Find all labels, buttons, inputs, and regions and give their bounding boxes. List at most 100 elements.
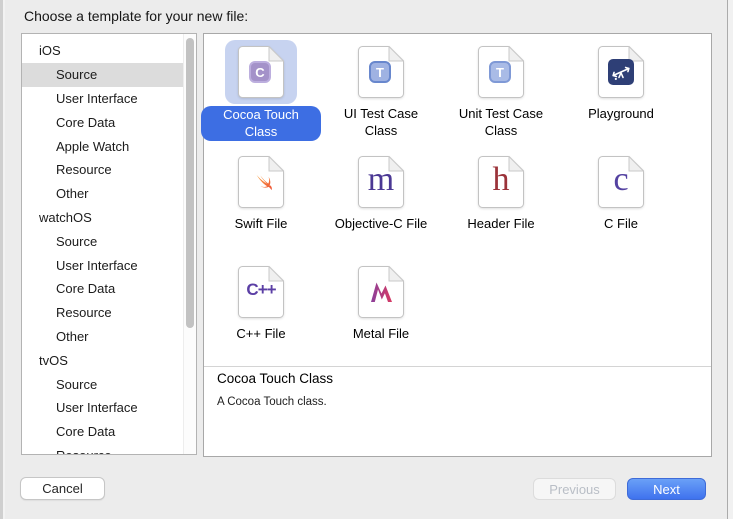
swift-bird-icon: [248, 169, 274, 195]
template-label: Unit Test Case Class: [449, 106, 553, 139]
template-icon-c-file: c: [585, 150, 657, 214]
next-button[interactable]: Next: [627, 478, 706, 500]
sidebar-item-source-14[interactable]: Source: [22, 372, 184, 396]
sidebar-item-apple-watch-4[interactable]: Apple Watch: [22, 134, 184, 158]
sidebar-item-resource-11[interactable]: Resource: [22, 301, 184, 325]
sidebar-label: watchOS: [22, 210, 92, 225]
sidebar-label: tvOS: [22, 353, 68, 368]
template-icon-objective-c-file: m: [345, 150, 417, 214]
sidebar-label: Other: [22, 329, 89, 344]
file-document-icon: C: [238, 46, 284, 98]
template-label: Objective-C File: [335, 216, 427, 233]
sidebar-label: Core Data: [22, 424, 115, 439]
sidebar-label: User Interface: [22, 258, 138, 273]
template-c-file[interactable]: c C File: [561, 150, 681, 260]
template-label: C++ File: [236, 326, 285, 343]
seesaw-icon: [609, 60, 633, 84]
template-unit-test-case-class[interactable]: T Unit Test Case Class: [441, 40, 561, 150]
template-label: Cocoa Touch Class: [201, 106, 321, 141]
file-document-icon: T: [478, 46, 524, 98]
metal-m-icon: [368, 279, 394, 305]
sidebar-label: Other: [22, 186, 89, 201]
template-panel: C Cocoa Touch Class T UI Test Case Class T Un…: [203, 33, 712, 457]
template-icon-unit-test-case-class: T: [465, 40, 537, 104]
sidebar-scrollbar-thumb[interactable]: [186, 38, 194, 328]
file-document-icon: [598, 46, 644, 98]
sidebar-item-user-interface-2[interactable]: User Interface: [22, 87, 184, 111]
letter-glyph-icon: c: [598, 156, 644, 204]
sidebar-label: Core Data: [22, 281, 115, 296]
sidebar-label: User Interface: [22, 400, 138, 415]
window-edge-right: [727, 0, 733, 519]
sidebar-label: Apple Watch: [22, 139, 129, 154]
sidebar-group-tvos-13: tvOS: [22, 348, 184, 372]
template-label: Metal File: [353, 326, 409, 343]
template-icon-header-file: h: [465, 150, 537, 214]
template-swift-file[interactable]: Swift File: [201, 150, 321, 260]
sidebar-group-watchos-7: watchOS: [22, 206, 184, 230]
previous-button[interactable]: Previous: [533, 478, 616, 500]
dialog-title: Choose a template for your new file:: [24, 8, 248, 24]
description-text: A Cocoa Touch class.: [217, 396, 701, 408]
template-description: Cocoa Touch Class A Cocoa Touch class.: [217, 371, 701, 408]
template-grid: C Cocoa Touch Class T UI Test Case Class T Un…: [201, 40, 681, 370]
template-ui-test-case-class[interactable]: T UI Test Case Class: [321, 40, 441, 150]
sidebar-label: Source: [22, 67, 97, 82]
file-document-icon: [358, 266, 404, 318]
sidebar-label: Resource: [22, 448, 112, 455]
cancel-button[interactable]: Cancel: [20, 477, 105, 500]
sidebar-label: iOS: [22, 43, 61, 58]
letter-badge-icon: T: [489, 61, 511, 83]
sidebar-group-ios-0: iOS: [22, 39, 184, 63]
category-list-items: iOS Source User Interface Core Data Apple Wa…: [22, 34, 184, 455]
template-icon-playground: [585, 40, 657, 104]
sidebar-scrollbar-track[interactable]: [183, 34, 196, 454]
template-metal-file[interactable]: Metal File: [321, 260, 441, 370]
sidebar-item-user-interface-15[interactable]: User Interface: [22, 396, 184, 420]
file-document-icon: [238, 156, 284, 208]
sidebar-item-resource-5[interactable]: Resource: [22, 158, 184, 182]
sidebar-label: Core Data: [22, 115, 115, 130]
file-document-icon: h: [478, 156, 524, 208]
sidebar-item-source-1[interactable]: Source: [22, 63, 184, 87]
letter-glyph-icon: m: [358, 156, 404, 204]
template-label: C File: [604, 216, 638, 233]
letter-badge-icon: C: [249, 61, 271, 83]
template-header-file[interactable]: h Header File: [441, 150, 561, 260]
sidebar-item-source-8[interactable]: Source: [22, 229, 184, 253]
template-playground[interactable]: Playground: [561, 40, 681, 150]
category-list: iOS Source User Interface Core Data Apple Wa…: [21, 33, 197, 455]
file-document-icon: T: [358, 46, 404, 98]
sidebar-item-core-data-16[interactable]: Core Data: [22, 420, 184, 444]
file-document-icon: m: [358, 156, 404, 208]
file-document-icon: C++: [238, 266, 284, 318]
template-icon-ui-test-case-class: T: [345, 40, 417, 104]
template-icon-c-file: C++: [225, 260, 297, 324]
template-icon-cocoa-touch-class: C: [225, 40, 297, 104]
file-document-icon: c: [598, 156, 644, 208]
letter-glyph-icon: C++: [238, 266, 284, 314]
template-label: Header File: [467, 216, 534, 233]
sidebar-item-other-12[interactable]: Other: [22, 325, 184, 349]
template-cocoa-touch-class[interactable]: C Cocoa Touch Class: [201, 40, 321, 150]
template-icon-swift-file: [225, 150, 297, 214]
sidebar-label: Source: [22, 377, 97, 392]
sidebar-item-other-6[interactable]: Other: [22, 182, 184, 206]
template-c-file[interactable]: C++ C++ File: [201, 260, 321, 370]
template-label: Playground: [588, 106, 654, 123]
template-label: UI Test Case Class: [329, 106, 433, 139]
sidebar-label: Resource: [22, 162, 112, 177]
sidebar-label: User Interface: [22, 91, 138, 106]
playground-icon: [608, 59, 634, 85]
template-objective-c-file[interactable]: m Objective-C File: [321, 150, 441, 260]
sidebar-item-core-data-10[interactable]: Core Data: [22, 277, 184, 301]
sidebar-label: Source: [22, 234, 97, 249]
description-title: Cocoa Touch Class: [217, 371, 701, 386]
letter-badge-icon: T: [369, 61, 391, 83]
sidebar-label: Resource: [22, 305, 112, 320]
template-icon-metal-file: [345, 260, 417, 324]
panel-divider: [204, 366, 711, 367]
sidebar-item-user-interface-9[interactable]: User Interface: [22, 253, 184, 277]
sidebar-item-resource-17[interactable]: Resource: [22, 444, 184, 455]
sidebar-item-core-data-3[interactable]: Core Data: [22, 110, 184, 134]
